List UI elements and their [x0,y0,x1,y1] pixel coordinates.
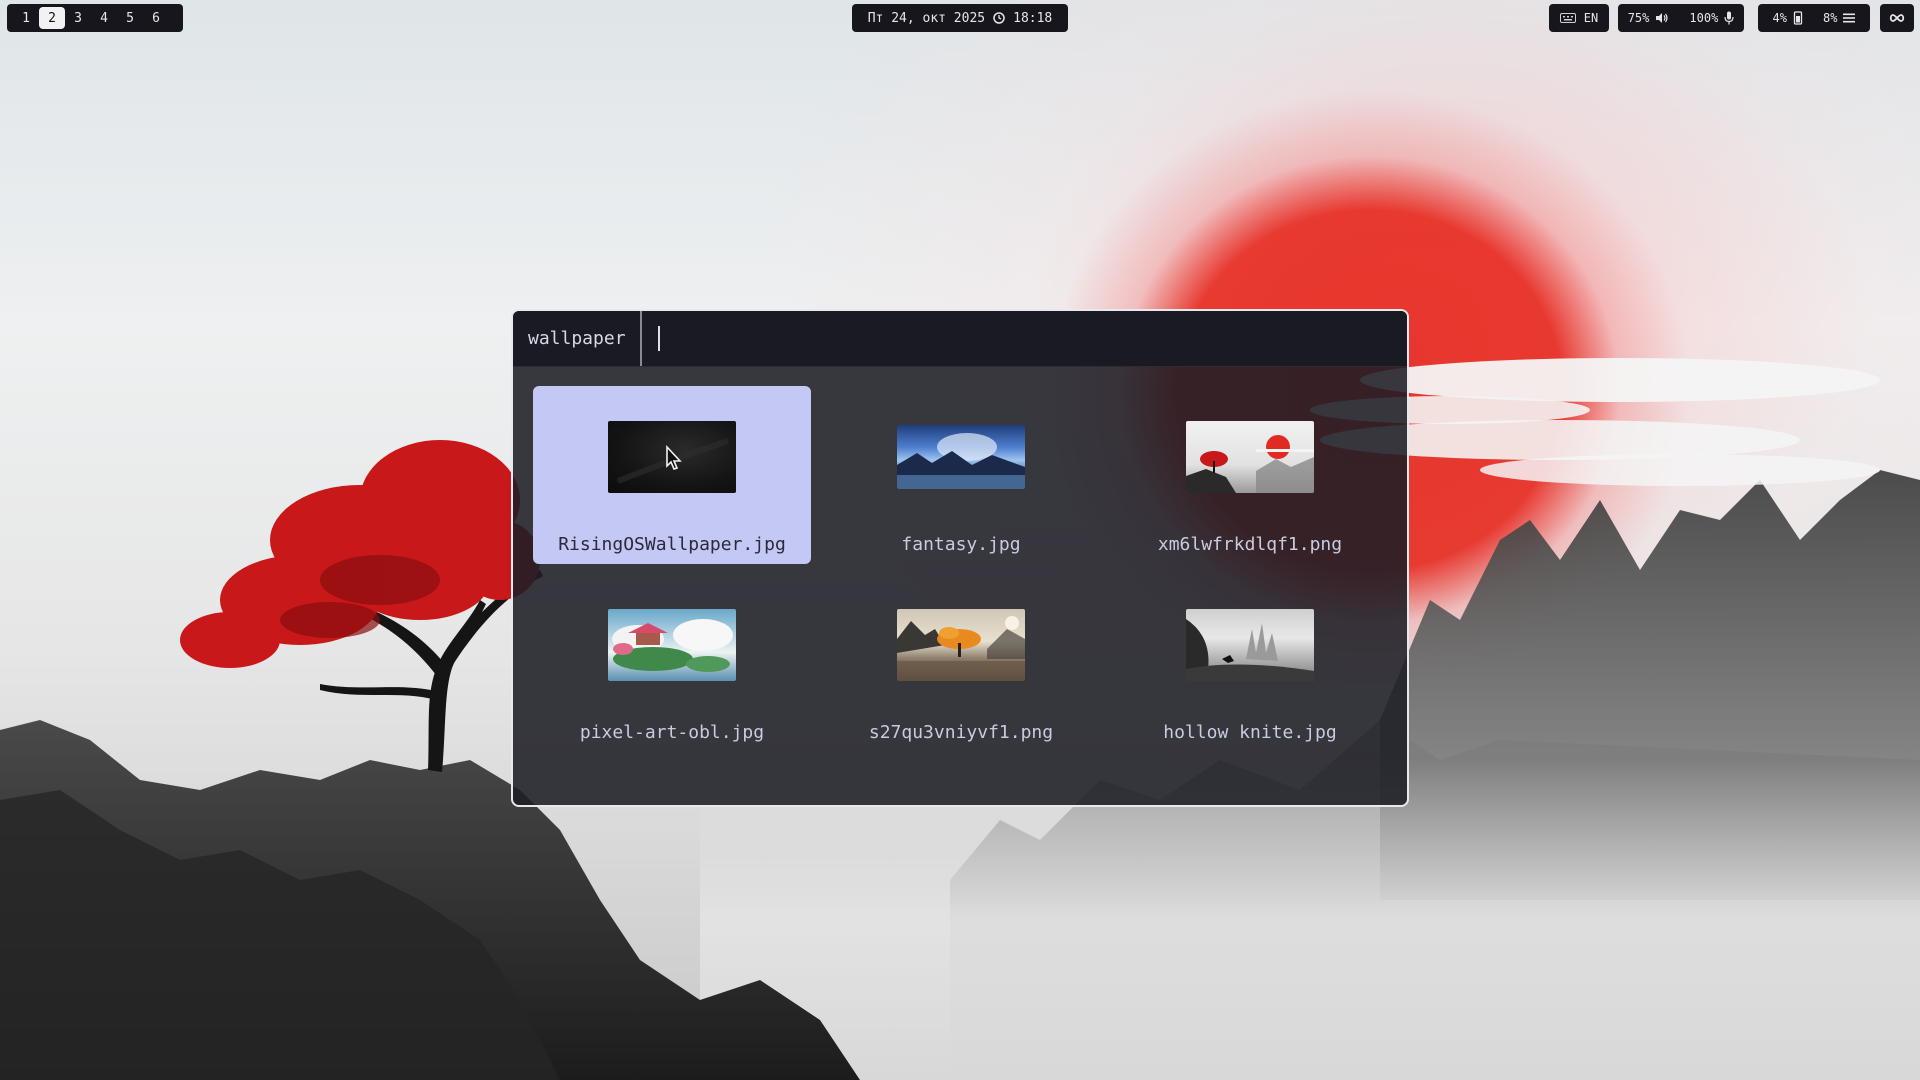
layout-text: EN [1583,11,1599,25]
wallpaper-thumbnail [1186,609,1314,681]
wallpaper-filename: fantasy.jpg [901,534,1021,555]
memory-text: 8% [1823,11,1838,25]
wallpaper-item-xm6lwfrkdlqf1[interactable]: xm6lwfrkdlqf1.png [1111,386,1389,564]
wallpaper-thumbnail [608,609,736,681]
workspace-2[interactable]: 2 [39,7,65,29]
wallpaper-item-s27qu3vniyvf1[interactable]: s27qu3vniyvf1.png [822,574,1100,752]
time-text: 18:18 [1013,10,1053,26]
launcher-header: wallpaper [513,311,1407,367]
wallpaper-filename: pixel-art-obl.jpg [579,722,765,743]
wallpaper-filename: RisingOSWallpaper.jpg [558,534,786,555]
cpu-icon [1793,11,1803,25]
workspace-5[interactable]: 5 [117,7,143,29]
wallpaper-filename: hollow knite.jpg [1163,722,1337,743]
wallpaper-filename: xm6lwfrkdlqf1.png [1157,534,1343,555]
audio-widget[interactable]: 75% 100% [1618,4,1744,32]
infinity-icon [1889,13,1905,23]
speaker-icon [1655,12,1669,24]
mic-text: 100% [1689,11,1719,25]
wallpaper-thumbnail [897,425,1025,489]
workspace-4[interactable]: 4 [91,7,117,29]
desktop-wallpaper: 1 2 3 4 5 6 Пт 24, окт 2025 18:18 EN 75%… [0,0,1920,1080]
keyboard-icon [1559,13,1576,23]
wallpaper-filename: s27qu3vniyvf1.png [868,722,1054,743]
wallpaper-launcher: wallpaper RisingOSWallpaper.jpg fantasy.… [511,309,1409,807]
wallpaper-item-risingos[interactable]: RisingOSWallpaper.jpg [533,386,811,564]
wallpaper-item-pixel-art[interactable]: pixel-art-obl.jpg [533,574,811,752]
search-input[interactable] [641,311,1407,367]
workspace-6[interactable]: 6 [143,7,169,29]
wallpaper-thumbnail [608,421,736,493]
cpu-text: 4% [1772,11,1787,25]
wallpaper-thumbnail [1186,421,1314,493]
workspace-switcher: 1 2 3 4 5 6 [7,4,183,32]
memory-icon [1843,13,1856,23]
clock-widget[interactable]: Пт 24, окт 2025 18:18 [852,4,1068,32]
volume-text: 75% [1627,11,1650,25]
workspace-3[interactable]: 3 [65,7,91,29]
wallpaper-grid: RisingOSWallpaper.jpg fantasy.jpg xm6lwf… [533,386,1389,752]
mode-label: wallpaper [513,311,642,366]
clock-icon [993,12,1005,24]
system-stats-widget[interactable]: 4% 8% [1758,4,1870,32]
workspace-1[interactable]: 1 [13,7,39,29]
wallpaper-item-fantasy[interactable]: fantasy.jpg [822,386,1100,564]
keyboard-layout-widget[interactable]: EN [1549,4,1609,32]
text-caret [658,326,660,351]
microphone-icon [1724,11,1734,25]
date-text: Пт 24, окт 2025 [867,10,986,26]
wallpaper-item-hollow-knite[interactable]: hollow knite.jpg [1111,574,1389,752]
wallpaper-thumbnail [897,609,1025,681]
control-center-button[interactable] [1880,4,1914,32]
